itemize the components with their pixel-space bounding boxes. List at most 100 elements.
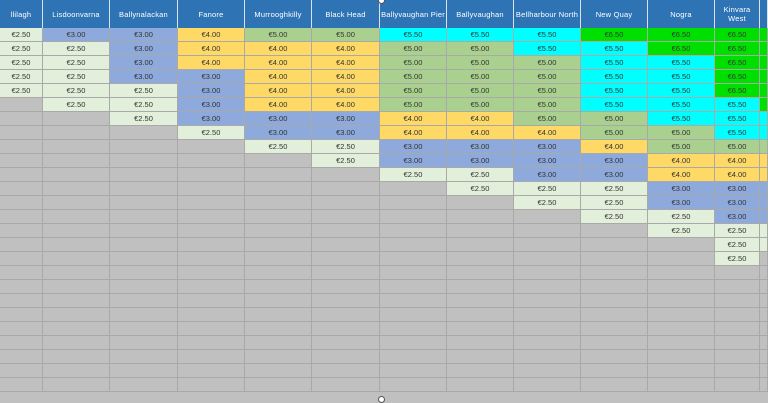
fare-cell[interactable] — [581, 350, 648, 364]
fare-cell[interactable]: €3.00 — [715, 196, 760, 210]
fare-cell[interactable] — [380, 378, 447, 392]
fare-cell[interactable] — [447, 378, 514, 392]
fare-cell[interactable]: €2.50 — [514, 196, 581, 210]
fare-cell[interactable]: €2.50 — [312, 154, 380, 168]
fare-cell[interactable]: €6.50 — [715, 70, 760, 84]
fare-cell[interactable] — [760, 210, 768, 224]
bottom-resize-handle-icon[interactable] — [378, 396, 385, 403]
column-header[interactable]: Ballynalackan — [110, 0, 178, 28]
fare-cell[interactable] — [43, 322, 110, 336]
fare-cell[interactable]: €6.50 — [648, 42, 715, 56]
fare-cell[interactable] — [0, 168, 43, 182]
fare-cell[interactable]: €5.00 — [380, 70, 447, 84]
fare-cell[interactable] — [110, 252, 178, 266]
fare-cell[interactable] — [43, 182, 110, 196]
fare-cell[interactable] — [312, 224, 380, 238]
fare-cell[interactable]: €3.00 — [380, 140, 447, 154]
column-header[interactable]: New Quay — [581, 0, 648, 28]
fare-cell[interactable]: €2.50 — [581, 182, 648, 196]
fare-cell[interactable] — [380, 336, 447, 350]
fare-cell[interactable] — [312, 322, 380, 336]
fare-cell[interactable] — [0, 140, 43, 154]
fare-cell[interactable]: €4.00 — [312, 98, 380, 112]
fare-cell[interactable]: €4.00 — [581, 140, 648, 154]
fare-cell[interactable] — [514, 308, 581, 322]
column-header[interactable]: Fanore — [178, 0, 245, 28]
fare-cell[interactable] — [245, 378, 312, 392]
fare-cell[interactable]: €3.00 — [110, 70, 178, 84]
fare-cell[interactable] — [715, 280, 760, 294]
fare-cell[interactable] — [581, 238, 648, 252]
fare-cell[interactable]: €3.00 — [110, 42, 178, 56]
fare-cell[interactable] — [178, 196, 245, 210]
fare-cell[interactable]: €5.50 — [581, 56, 648, 70]
fare-cell[interactable] — [514, 322, 581, 336]
fare-cell[interactable] — [581, 252, 648, 266]
fare-cell[interactable] — [0, 98, 43, 112]
fare-cell[interactable]: €4.00 — [245, 56, 312, 70]
fare-cell[interactable]: €3.00 — [245, 112, 312, 126]
fare-cell[interactable] — [648, 252, 715, 266]
fare-cell[interactable]: €5.00 — [514, 84, 581, 98]
fare-cell[interactable] — [648, 350, 715, 364]
fare-cell[interactable]: €3.00 — [648, 196, 715, 210]
fare-cell[interactable] — [178, 364, 245, 378]
fare-cell[interactable] — [178, 280, 245, 294]
fare-cell[interactable] — [0, 224, 43, 238]
fare-cell[interactable] — [43, 364, 110, 378]
fare-cell[interactable] — [43, 238, 110, 252]
fare-cell[interactable] — [110, 350, 178, 364]
column-header[interactable]: Murrooghkilly — [245, 0, 312, 28]
fare-cell[interactable] — [447, 210, 514, 224]
fare-cell[interactable] — [380, 350, 447, 364]
fare-cell[interactable]: €2.50 — [648, 210, 715, 224]
fare-cell[interactable] — [581, 224, 648, 238]
fare-cell[interactable] — [760, 364, 768, 378]
fare-cell[interactable]: €4.00 — [178, 42, 245, 56]
fare-cell[interactable]: €5.00 — [447, 84, 514, 98]
fare-cell[interactable] — [43, 308, 110, 322]
fare-cell[interactable] — [715, 322, 760, 336]
fare-cell[interactable]: €4.00 — [447, 112, 514, 126]
fare-cell[interactable]: €3.00 — [245, 126, 312, 140]
fare-cell[interactable] — [178, 378, 245, 392]
fare-cell[interactable] — [0, 266, 43, 280]
fare-cell[interactable] — [0, 280, 43, 294]
fare-cell[interactable] — [380, 210, 447, 224]
column-header[interactable]: Nogra — [648, 0, 715, 28]
fare-cell[interactable] — [312, 308, 380, 322]
fare-cell[interactable]: €4.00 — [245, 98, 312, 112]
fare-cell[interactable] — [245, 196, 312, 210]
fare-cell[interactable] — [110, 336, 178, 350]
fare-cell[interactable] — [760, 266, 768, 280]
fare-cell[interactable] — [514, 280, 581, 294]
fare-cell[interactable] — [715, 266, 760, 280]
fare-cell[interactable] — [447, 294, 514, 308]
fare-cell[interactable]: €5.50 — [514, 42, 581, 56]
fare-cell[interactable]: €3.00 — [110, 28, 178, 42]
fare-cell[interactable]: €3.00 — [110, 56, 178, 70]
fare-cell[interactable] — [110, 140, 178, 154]
fare-cell[interactable]: €2.50 — [581, 196, 648, 210]
fare-cell[interactable] — [312, 336, 380, 350]
fare-cell[interactable] — [514, 252, 581, 266]
fare-cell[interactable] — [380, 182, 447, 196]
fare-cell[interactable] — [312, 168, 380, 182]
column-header[interactable]: Black Head — [312, 0, 380, 28]
fare-cell[interactable] — [715, 294, 760, 308]
fare-cell[interactable] — [312, 378, 380, 392]
fare-cell[interactable]: €5.00 — [380, 56, 447, 70]
fare-cell[interactable] — [178, 336, 245, 350]
fare-cell[interactable]: €4.00 — [245, 42, 312, 56]
fare-cell[interactable] — [110, 364, 178, 378]
fare-cell[interactable]: €3.00 — [43, 28, 110, 42]
fare-cell[interactable]: €4.00 — [178, 28, 245, 42]
fare-cell[interactable] — [0, 126, 43, 140]
fare-cell[interactable] — [110, 266, 178, 280]
fare-cell[interactable] — [760, 350, 768, 364]
fare-cell[interactable] — [178, 308, 245, 322]
fare-cell[interactable]: €5.50 — [715, 98, 760, 112]
fare-cell[interactable] — [447, 224, 514, 238]
fare-cell[interactable]: €2.50 — [43, 84, 110, 98]
fare-cell[interactable] — [312, 280, 380, 294]
